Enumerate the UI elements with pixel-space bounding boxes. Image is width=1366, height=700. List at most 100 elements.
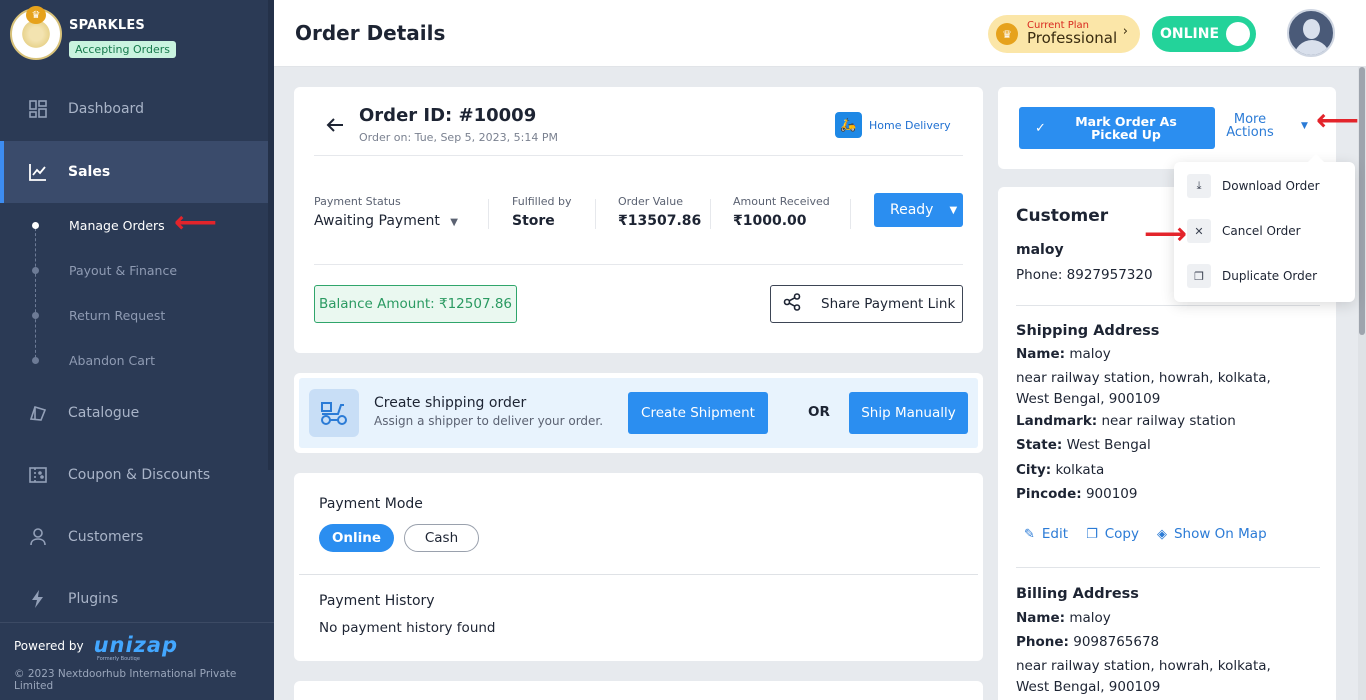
or-separator: OR [808,404,830,420]
sidebar-item-label: Coupon & Discounts [68,467,211,483]
powered-by-label: Powered by [14,638,84,653]
shipping-subtitle: Assign a shipper to deliver your order. [374,414,604,428]
download-order-item[interactable]: ⤓ Download Order [1187,172,1320,200]
shipping-address: near railway station, howrah, kolkata, W… [1016,370,1271,407]
ship-manually-button[interactable]: Ship Manually [849,392,968,434]
book-icon [28,403,48,423]
store-logo: ♛ [10,6,62,60]
sidebar-item-label: Catalogue [68,405,140,421]
more-line2: Actions [1226,125,1274,140]
payment-mode-online[interactable]: Online [319,524,394,552]
shipping-address-title: Shipping Address [1016,323,1160,339]
online-toggle[interactable]: ONLINE [1152,16,1256,52]
next-card [294,681,983,700]
sales-subnav: Manage Orders Payout & Finance Return Re… [0,203,268,383]
order-value: Order Value ₹13507.86 [618,195,701,229]
sidebar-item-label: Sales [68,164,111,180]
page-title: Order Details [295,21,446,45]
coupon-icon [28,465,48,485]
duplicate-order-item[interactable]: ❐ Duplicate Order [1187,262,1317,290]
show-on-map-button[interactable]: ◈ Show On Map [1157,526,1267,542]
stat-label: Fulfilled by [512,195,572,208]
stat-label: Order Value [618,195,683,208]
billing-name: Name: maloy [1016,610,1111,626]
shipping-name: Name: maloy [1016,346,1111,362]
share-icon [783,293,803,315]
store-status-badge: Accepting Orders [69,41,176,58]
amount-received: Amount Received ₹1000.00 [733,195,830,229]
order-value-amount: ₹13507.86 [618,213,702,229]
subnav-return-request[interactable]: Return Request [0,293,268,338]
more-actions-button[interactable]: More Actions [1226,113,1274,139]
order-summary-card: Order ID: #10009 Order on: Tue, Sep 5, 2… [294,87,983,353]
payment-mode-cash[interactable]: Cash [404,524,479,552]
payment-card: Payment Mode Online Cash Payment History… [294,473,983,661]
shipping-title: Create shipping order [374,395,527,411]
check-icon: ✓ [1035,120,1046,136]
duplicate-icon: ❐ [1187,264,1211,288]
bolt-icon [28,589,48,609]
billing-address-title: Billing Address [1016,586,1139,602]
unizap-logo[interactable]: unizap [94,635,179,656]
subnav-label: Abandon Cart [69,353,155,368]
subnav-payout-finance[interactable]: Payout & Finance [0,248,268,293]
caret-down-icon: ▼ [949,204,958,216]
bullet-icon [32,357,39,364]
fulfilled-by: Fulfilled by Store [512,195,572,229]
current-plan-button[interactable]: ♛ Current Plan Professional › [988,15,1140,53]
crown-icon: ♛ [996,23,1018,45]
download-icon: ⤓ [1187,174,1211,198]
customer-phone: Phone: 8927957320 [1016,267,1153,283]
order-date: Order on: Tue, Sep 5, 2023, 5:14 PM [359,131,558,144]
edit-icon: ✎ [1024,526,1035,542]
sidebar: ♛ SPARKLES Accepting Orders Dashboard Sa… [0,0,274,700]
subnav-abandon-cart[interactable]: Abandon Cart [0,338,268,383]
back-arrow-icon[interactable] [326,117,344,138]
share-payment-link-button[interactable]: Share Payment Link [770,285,963,323]
cancel-order-item[interactable]: ✕ Cancel Order [1187,217,1301,245]
sidebar-item-label: Plugins [68,591,119,607]
copy-address-button[interactable]: ❐ Copy [1086,526,1139,542]
menu-item-label: Duplicate Order [1222,269,1318,283]
caret-down-icon: ▼ [450,217,458,228]
order-status-dropdown[interactable]: Ready ▼ [874,193,963,227]
sidebar-item-plugins[interactable]: Plugins [0,568,268,630]
stat-label: Payment Status [314,195,401,208]
subnav-manage-orders[interactable]: Manage Orders [0,203,268,248]
edit-address-button[interactable]: ✎ Edit [1024,526,1068,542]
sidebar-item-label: Dashboard [68,101,144,117]
sidebar-footer: Powered by unizap Formerly Boutiqe © 202… [0,622,274,700]
bullet-icon [32,267,39,274]
menu-item-label: Cancel Order [1222,224,1301,238]
main-scrollbar[interactable] [1358,67,1366,700]
copyright: © 2023 Nextdoorhub International Private… [14,668,237,692]
bullet-icon [32,312,39,319]
delivery-label: Home Delivery [869,118,951,132]
sidebar-item-catalogue[interactable]: Catalogue [0,382,268,444]
store-name: SPARKLES [69,18,145,33]
sidebar-item-customers[interactable]: Customers [0,506,268,568]
share-label: Share Payment Link [821,296,956,312]
annotation-arrow-icon: ⟵ [174,205,218,240]
mark-picked-up-button[interactable]: ✓ Mark Order As Picked Up [1019,107,1215,149]
sidebar-item-dashboard[interactable]: Dashboard [0,78,268,140]
top-bar: Order Details ♛ Current Plan Professiona… [274,0,1366,67]
shipping-pincode: Pincode: 900109 [1016,486,1138,502]
fulfilled-value: Store [512,213,555,229]
customer-title: Customer [1016,206,1109,226]
annotation-arrow-icon: ⟵ [1316,103,1360,138]
sidebar-item-coupons[interactable]: Coupon & Discounts [0,444,268,506]
sidebar-item-sales[interactable]: Sales [0,141,268,203]
shipping-landmark: Landmark: near railway station [1016,413,1236,429]
caret-down-icon[interactable]: ▼ [1301,121,1308,131]
delivery-scooter-icon: 🛵 [835,112,862,138]
create-shipment-button[interactable]: Create Shipment [628,392,768,434]
bullet-icon [32,222,39,229]
balance-amount-badge: Balance Amount: ₹12507.86 [314,285,517,323]
user-avatar[interactable] [1287,9,1335,57]
more-actions-menu: ⤓ Download Order ✕ Cancel Order ❐ Duplic… [1174,154,1355,302]
payment-status[interactable]: Payment Status Awaiting Payment ▼ [314,195,458,229]
order-id: Order ID: #10009 [359,105,537,126]
store-brand: ♛ SPARKLES Accepting Orders [10,6,176,60]
crown-icon: ♛ [26,6,46,24]
